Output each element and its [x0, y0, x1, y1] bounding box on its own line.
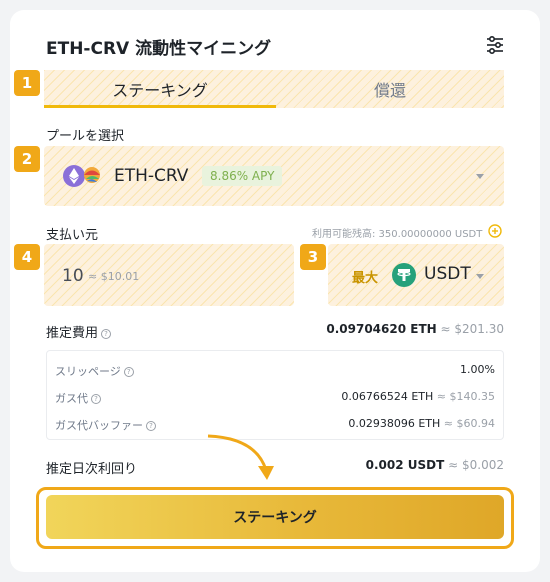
- settings-sliders-icon[interactable]: [484, 34, 506, 56]
- pool-token-name: ETH-CRV: [114, 166, 189, 186]
- fee-total-eth: 0.09704620 ETH: [326, 322, 437, 336]
- fee-total-usd: ≈ $201.30: [440, 322, 505, 336]
- pool-select[interactable]: ETH-CRV 8.86% APY: [44, 146, 504, 206]
- help-icon[interactable]: ?: [91, 394, 101, 404]
- daily-yield-label: 推定日次利回り: [46, 462, 138, 477]
- step-badge-2: 2: [14, 146, 40, 172]
- page-title: ETH-CRV 流動性マイニング: [46, 39, 272, 59]
- gas-fee-label: ガス代?: [55, 390, 101, 406]
- tab-redeem[interactable]: 償還: [276, 70, 504, 108]
- chevron-down-icon: [476, 274, 484, 279]
- amount-input[interactable]: 10 ≈ $10.01: [44, 244, 294, 306]
- step-badge-4: 4: [14, 244, 40, 270]
- available-balance: 利用可能残高: 350.00000000 USDT: [312, 229, 483, 240]
- gas-fee-value: 0.06766524 ETH ≈ $140.35: [341, 390, 495, 403]
- tab-staking[interactable]: ステーキング: [44, 70, 276, 108]
- chevron-down-icon: [476, 174, 484, 179]
- help-icon[interactable]: ?: [123, 367, 134, 377]
- daily-yield-value: 0.002 USDT: [365, 458, 445, 472]
- tab-bar: ステーキング 償還: [44, 70, 504, 108]
- amount-value: 10: [62, 266, 84, 286]
- gas-buffer-value: 0.02938096 ETH ≈ $60.94: [348, 417, 495, 430]
- fee-label: 推定費用?: [46, 322, 112, 341]
- eth-crv-pair-icon: [62, 164, 104, 188]
- amount-usd: ≈ $10.01: [88, 270, 140, 283]
- pool-section-label: プールを選択: [46, 129, 125, 144]
- gas-buffer-label: ガス代バッファー?: [55, 417, 156, 433]
- token-select[interactable]: 最大 USDT: [328, 244, 504, 306]
- stake-button[interactable]: ステーキング: [46, 495, 504, 539]
- step-badge-3: 3: [300, 244, 326, 270]
- arrow-annotation-icon: [204, 432, 280, 484]
- fee-total: 0.09704620 ETH ≈ $201.30: [300, 322, 504, 336]
- step-badge-1: 1: [14, 70, 40, 96]
- slippage-label: スリッページ?: [55, 363, 134, 379]
- apy-badge: 8.86% APY: [202, 166, 283, 186]
- usdt-icon: [392, 263, 416, 287]
- payment-section-label: 支払い元: [46, 228, 99, 243]
- tab-active-indicator: [44, 105, 276, 108]
- max-button[interactable]: 最大: [352, 267, 378, 286]
- plus-circle-icon[interactable]: [488, 223, 502, 238]
- fee-details: スリッページ? 1.00% ガス代? 0.06766524 ETH ≈ $140…: [46, 350, 504, 440]
- slippage-value: 1.00%: [460, 363, 495, 376]
- help-icon[interactable]: ?: [146, 421, 156, 431]
- selected-token: USDT: [424, 264, 471, 284]
- daily-yield: 0.002 USDT ≈ $0.002: [300, 458, 504, 472]
- daily-yield-usd: ≈ $0.002: [448, 458, 504, 472]
- help-icon[interactable]: ?: [101, 328, 112, 339]
